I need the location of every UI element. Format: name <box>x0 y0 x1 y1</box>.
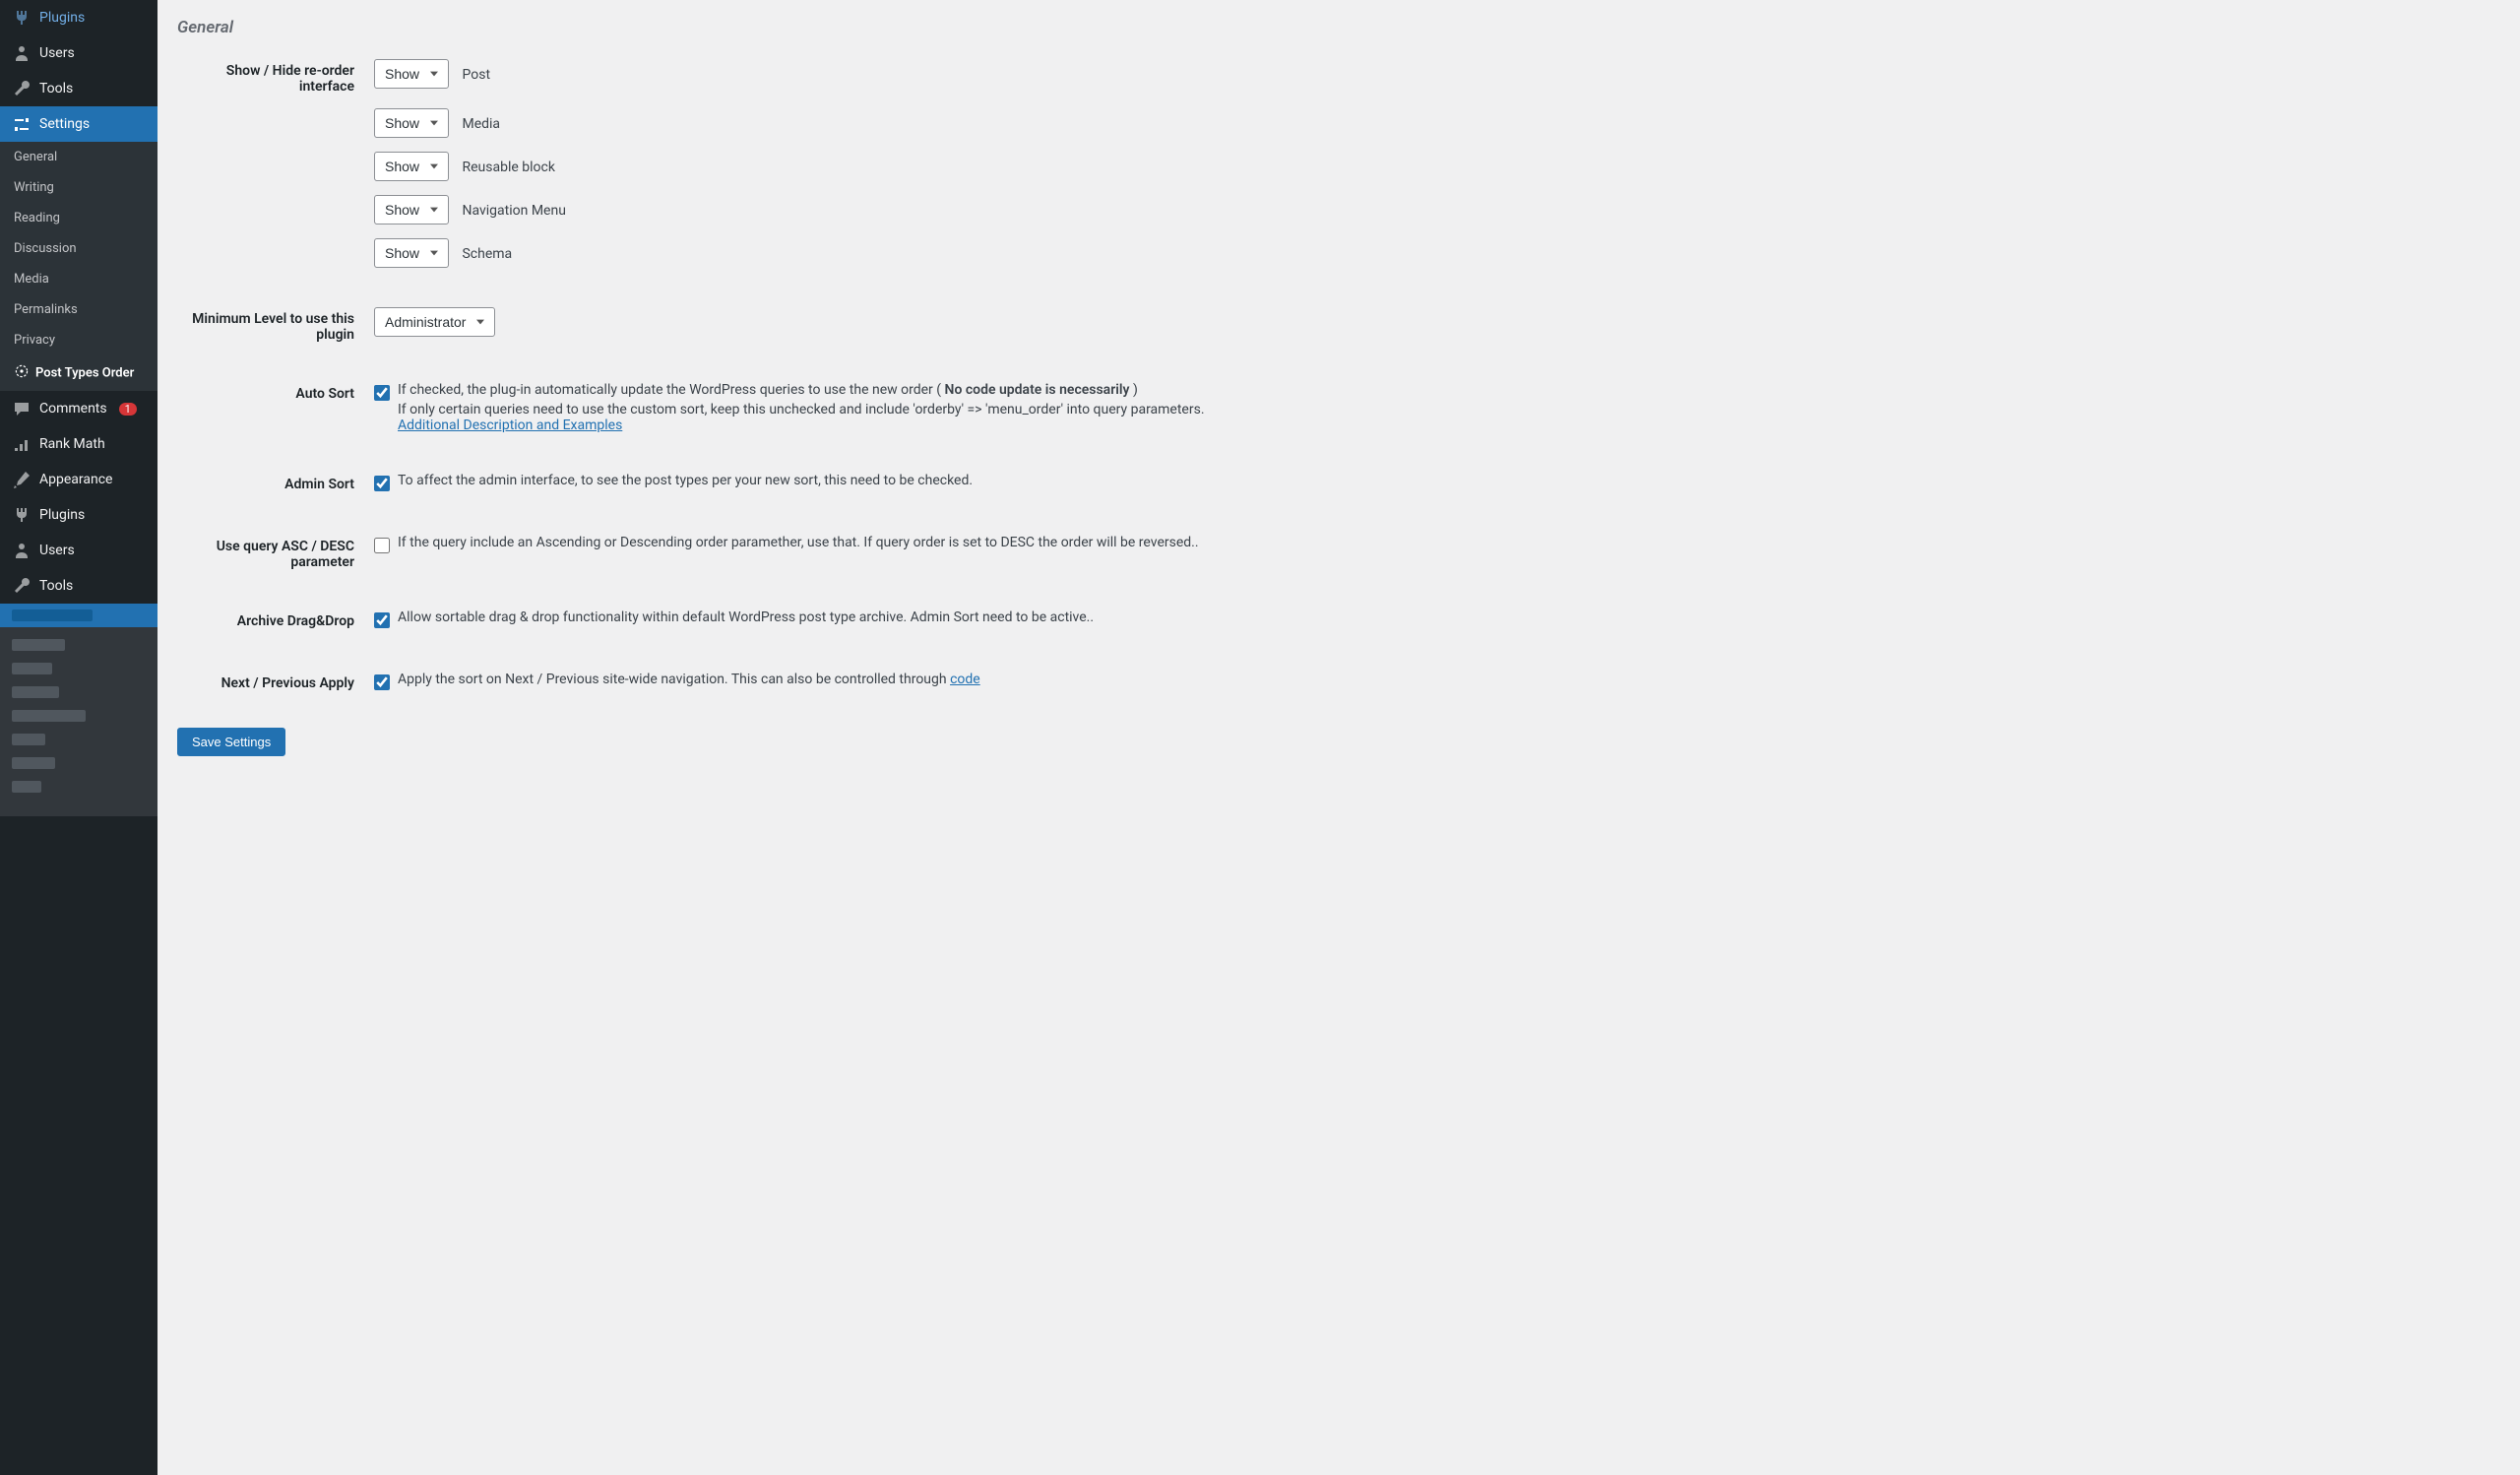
wrench-icon <box>12 576 32 596</box>
admin-sort-text: To affect the admin interface, to see th… <box>398 473 973 488</box>
select-min-level[interactable]: Administrator <box>374 307 495 337</box>
save-settings-button[interactable]: Save Settings <box>177 728 285 756</box>
bars-icon <box>12 434 32 454</box>
sidebar-item-appearance[interactable]: Appearance <box>0 462 158 497</box>
sidebar-item-tools[interactable]: Tools <box>0 71 158 106</box>
sidebar-obscured-items <box>0 627 158 816</box>
sidebar-item-plugins[interactable]: Plugins <box>0 0 158 35</box>
select-media[interactable]: Show <box>374 108 449 138</box>
wrench-icon <box>12 79 32 98</box>
sidebar-item-comments[interactable]: Comments 1 <box>0 391 158 426</box>
label-archive: Archive Drag&Drop <box>177 609 374 629</box>
type-reusable: Reusable block <box>462 160 554 175</box>
checkbox-admin-sort[interactable] <box>374 476 390 491</box>
label-min-level: Minimum Level to use this plugin <box>177 307 374 343</box>
settings-submenu: General Writing Reading Discussion Media… <box>0 142 158 391</box>
label-nextprev: Next / Previous Apply <box>177 672 374 691</box>
plug-icon <box>12 8 32 28</box>
gear-outline-icon <box>14 363 30 383</box>
comment-icon <box>12 399 32 418</box>
submenu-post-types-order[interactable]: Post Types Order <box>0 355 158 391</box>
sidebar-label: Appearance <box>39 472 112 487</box>
user-icon <box>12 43 32 63</box>
sidebar-label: Plugins <box>39 10 85 26</box>
sidebar-item-tools-2[interactable]: Tools <box>0 568 158 604</box>
sidebar-expanded-section[interactable] <box>0 604 158 627</box>
comments-count-badge: 1 <box>119 403 137 416</box>
select-nav[interactable]: Show <box>374 195 449 224</box>
user-icon <box>12 541 32 560</box>
sidebar-label: Tools <box>39 578 73 594</box>
nextprev-code-link[interactable]: code <box>950 672 980 687</box>
submenu-general[interactable]: General <box>0 142 158 172</box>
sidebar-label: Settings <box>39 116 90 132</box>
auto-sort-text: If checked, the plug-in automatically up… <box>398 382 1205 433</box>
plug-icon <box>12 505 32 525</box>
sidebar-label: Users <box>39 45 75 61</box>
label-admin-sort: Admin Sort <box>177 473 374 492</box>
brush-icon <box>12 470 32 489</box>
sliders-icon <box>12 114 32 134</box>
asc-desc-text: If the query include an Ascending or Des… <box>398 535 1199 550</box>
sidebar-label: Comments <box>39 401 107 417</box>
label-auto-sort: Auto Sort <box>177 382 374 402</box>
type-schema: Schema <box>462 246 512 262</box>
checkbox-nextprev[interactable] <box>374 674 390 690</box>
archive-text: Allow sortable drag & drop functionality… <box>398 609 1094 625</box>
select-schema[interactable]: Show <box>374 238 449 268</box>
label-show-hide: Show / Hide re-order interface <box>177 59 374 95</box>
type-post: Post <box>462 67 490 83</box>
select-reusable[interactable]: Show <box>374 152 449 181</box>
sidebar-item-settings[interactable]: Settings <box>0 106 158 142</box>
sidebar-label: Rank Math <box>39 436 105 452</box>
submenu-reading[interactable]: Reading <box>0 203 158 233</box>
select-post[interactable]: Show <box>374 59 449 89</box>
admin-sidebar: Plugins Users Tools Settings General Wri… <box>0 0 158 1475</box>
sidebar-label: Post Types Order <box>35 365 134 380</box>
type-media: Media <box>462 116 500 132</box>
sidebar-label: Users <box>39 543 75 558</box>
checkbox-archive[interactable] <box>374 612 390 628</box>
section-heading: General <box>177 18 1378 37</box>
submenu-permalinks[interactable]: Permalinks <box>0 294 158 325</box>
checkbox-asc-desc[interactable] <box>374 538 390 553</box>
submenu-privacy[interactable]: Privacy <box>0 325 158 355</box>
submenu-media[interactable]: Media <box>0 264 158 294</box>
sidebar-label: Plugins <box>39 507 85 523</box>
settings-page: General Show / Hide re-order interface S… <box>158 0 1398 1475</box>
label-asc-desc: Use query ASC / DESC parameter <box>177 535 374 570</box>
sidebar-item-users-2[interactable]: Users <box>0 533 158 568</box>
sidebar-item-rankmath[interactable]: Rank Math <box>0 426 158 462</box>
sidebar-label: Tools <box>39 81 73 96</box>
submenu-discussion[interactable]: Discussion <box>0 233 158 264</box>
type-nav: Navigation Menu <box>462 203 565 219</box>
sidebar-item-users[interactable]: Users <box>0 35 158 71</box>
sidebar-item-plugins-2[interactable]: Plugins <box>0 497 158 533</box>
checkbox-auto-sort[interactable] <box>374 385 390 401</box>
submenu-writing[interactable]: Writing <box>0 172 158 203</box>
nextprev-text: Apply the sort on Next / Previous site-w… <box>398 672 980 687</box>
auto-sort-link[interactable]: Additional Description and Examples <box>398 417 622 433</box>
auto-sort-desc: If only certain queries need to use the … <box>398 402 1205 417</box>
